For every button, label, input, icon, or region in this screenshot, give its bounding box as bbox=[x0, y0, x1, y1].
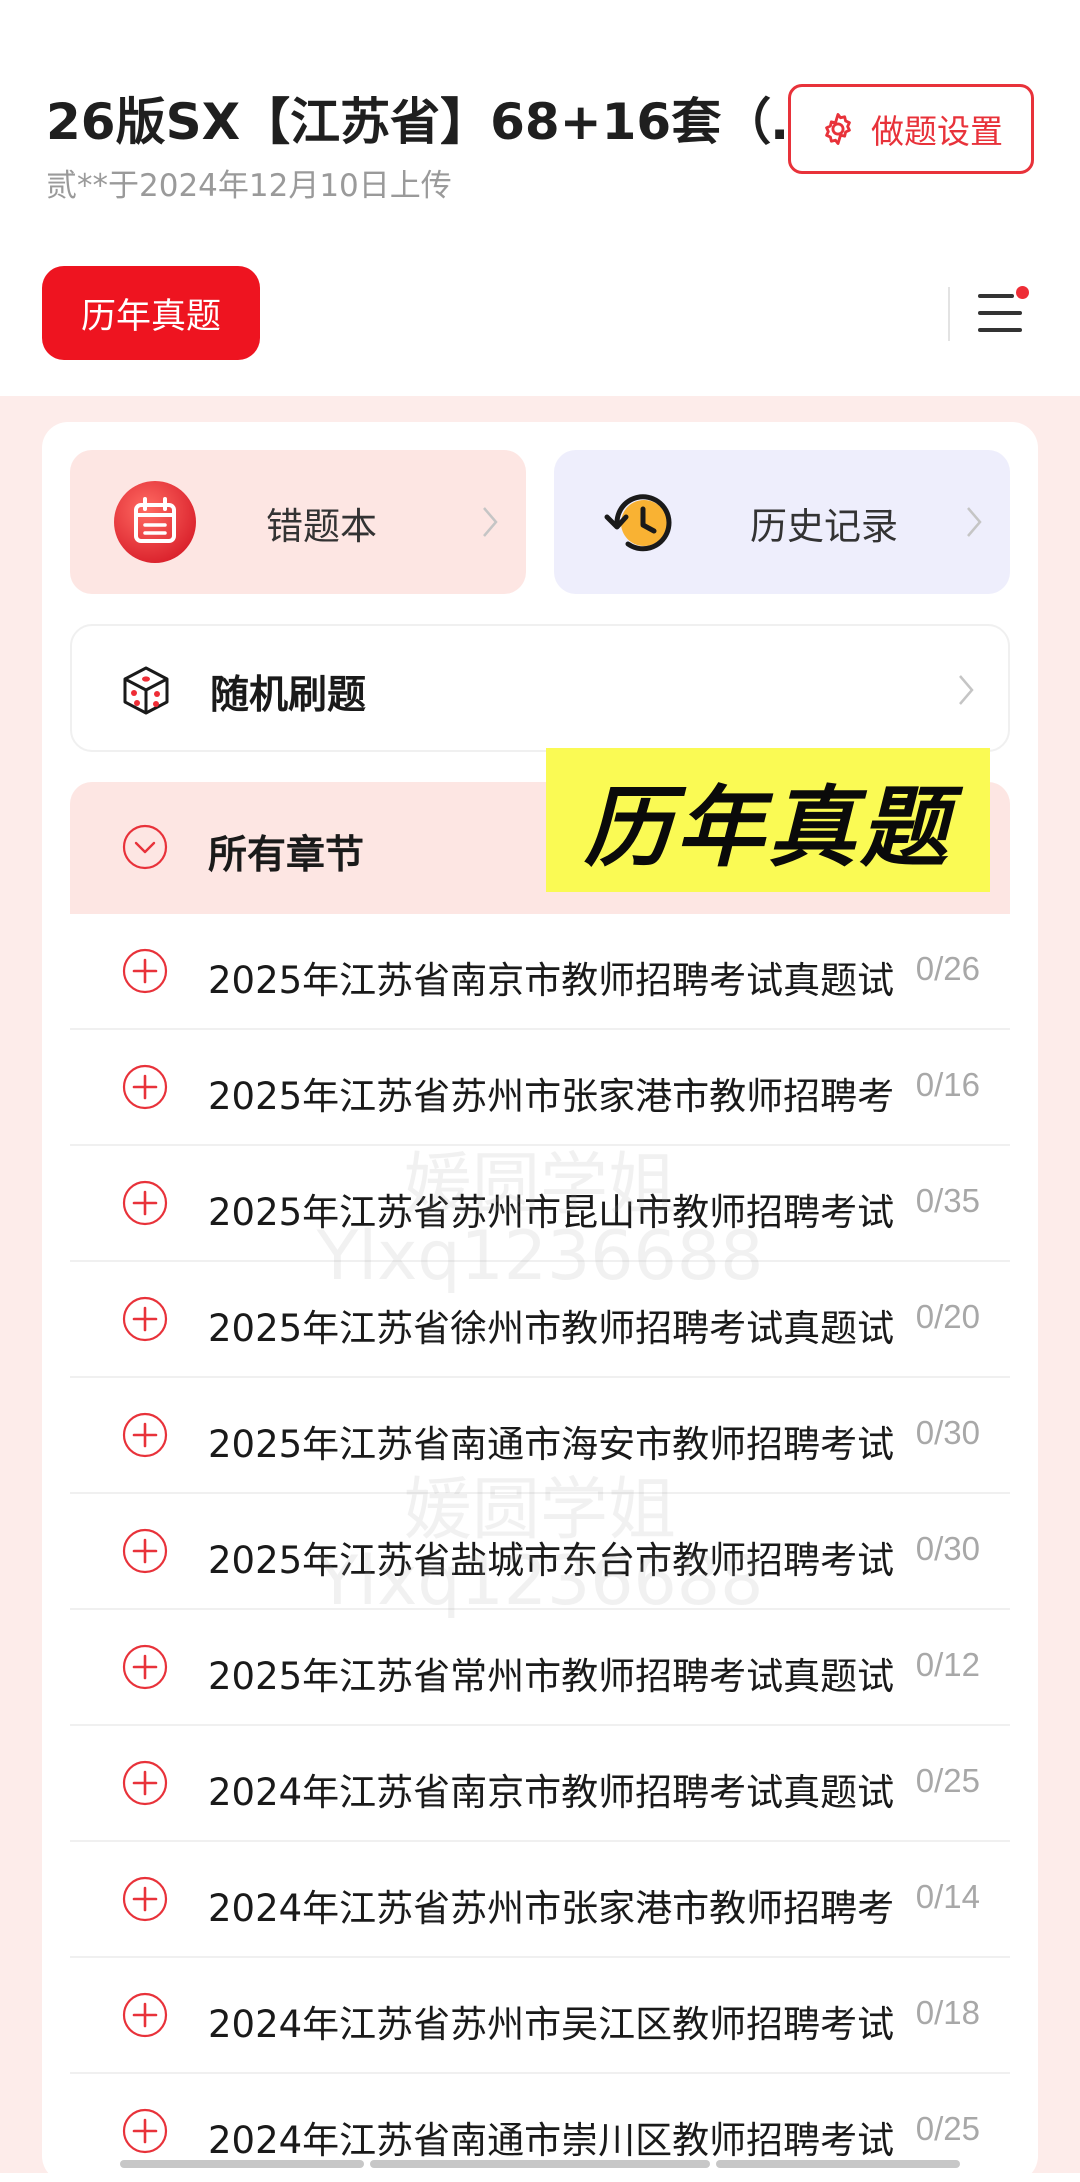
chevron-right-icon bbox=[967, 507, 982, 537]
page-title: 26版SX【江苏省】68+16套（… bbox=[46, 93, 786, 151]
random-practice-label: 随机刷题 bbox=[210, 673, 367, 718]
expand-plus-icon[interactable] bbox=[122, 1528, 168, 1574]
chapter-title: 2025年江苏省苏州市张家港市教师招聘考 bbox=[208, 1075, 895, 1118]
chevron-right-icon bbox=[959, 675, 974, 705]
chevron-right-icon bbox=[483, 507, 498, 537]
chapter-progress: 0/35 bbox=[907, 1182, 980, 1220]
expand-plus-icon[interactable] bbox=[122, 1992, 168, 2038]
dice-icon bbox=[123, 666, 169, 715]
chapter-title: 2025年江苏省盐城市东台市教师招聘考试 bbox=[208, 1539, 895, 1582]
chapter-title: 2025年江苏省南通市海安市教师招聘考试 bbox=[208, 1423, 895, 1466]
chapter-title: 2024年江苏省苏州市张家港市教师招聘考 bbox=[208, 1887, 895, 1930]
practice-settings-button[interactable]: 做题设置 bbox=[788, 84, 1034, 174]
expand-plus-icon[interactable] bbox=[122, 2108, 168, 2154]
menu-icon bbox=[978, 294, 1014, 298]
scrollbar[interactable] bbox=[120, 2160, 364, 2168]
random-practice-row[interactable]: 随机刷题 bbox=[70, 624, 1010, 752]
history-clock-icon bbox=[598, 481, 680, 563]
settings-label: 做题设置 bbox=[871, 112, 1003, 151]
chapter-progress: 0/26 bbox=[907, 950, 980, 988]
chapter-progress: 0/18 bbox=[907, 1994, 980, 2032]
expand-plus-icon[interactable] bbox=[122, 1760, 168, 1806]
notification-dot bbox=[1016, 286, 1029, 299]
calendar-icon bbox=[114, 481, 196, 563]
expand-plus-icon[interactable] bbox=[122, 1876, 168, 1922]
chapter-title: 2025年江苏省南京市教师招聘考试真题试 bbox=[208, 959, 895, 1002]
chapter-progress: 0/16 bbox=[907, 1066, 980, 1104]
chapter-row[interactable]: 2025年江苏省苏州市昆山市教师招聘考试 0/35 bbox=[70, 1146, 1010, 1262]
expand-plus-icon[interactable] bbox=[122, 1412, 168, 1458]
gear-icon bbox=[825, 113, 851, 145]
chapter-progress: 0/20 bbox=[907, 1298, 980, 1336]
chapter-row[interactable]: 2025年江苏省苏州市张家港市教师招聘考 0/16 bbox=[70, 1030, 1010, 1146]
divider bbox=[948, 287, 950, 341]
scrollbar[interactable] bbox=[716, 2160, 960, 2168]
chapter-progress: 0/30 bbox=[907, 1530, 980, 1568]
chapter-row[interactable]: 2025年江苏省南京市教师招聘考试真题试 0/26 bbox=[70, 914, 1010, 1030]
chapter-title: 2024年江苏省南通市崇川区教师招聘考试 bbox=[208, 2119, 895, 2162]
chapter-row[interactable]: 2024年江苏省南京市教师招聘考试真题试 0/25 bbox=[70, 1726, 1010, 1842]
history-label: 历史记录 bbox=[750, 505, 898, 548]
wrong-questions-label: 错题本 bbox=[266, 505, 377, 548]
expand-plus-icon[interactable] bbox=[122, 1064, 168, 1110]
history-button[interactable]: 历史记录 bbox=[554, 450, 1010, 594]
chapter-row[interactable]: 2025年江苏省盐城市东台市教师招聘考试 0/30 bbox=[70, 1494, 1010, 1610]
expand-plus-icon[interactable] bbox=[122, 1180, 168, 1226]
collapse-icon bbox=[122, 824, 168, 870]
chapter-title: 2025年江苏省常州市教师招聘考试真题试 bbox=[208, 1655, 895, 1698]
overlay-banner: 历年真题 bbox=[546, 748, 990, 892]
chapter-list: 2025年江苏省南京市教师招聘考试真题试 0/26 2025年江苏省苏州市张家港市教… bbox=[70, 914, 1010, 2173]
expand-plus-icon[interactable] bbox=[122, 948, 168, 994]
tab-past-exams[interactable]: 历年真题 bbox=[42, 266, 260, 360]
chapter-row[interactable]: 2024年江苏省南通市崇川区教师招聘考试 0/25 bbox=[70, 2074, 1010, 2173]
chapter-row[interactable]: 2025年江苏省南通市海安市教师招聘考试 0/30 bbox=[70, 1378, 1010, 1494]
all-chapters-label: 所有章节 bbox=[208, 833, 365, 878]
wrong-questions-button[interactable]: 错题本 bbox=[70, 450, 526, 594]
expand-plus-icon[interactable] bbox=[122, 1644, 168, 1690]
chapter-title: 2024年江苏省苏州市吴江区教师招聘考试 bbox=[208, 2003, 895, 2046]
upload-info: 贰**于2024年12月10日上传 bbox=[46, 168, 452, 204]
chapter-progress: 0/25 bbox=[907, 2110, 980, 2148]
chapter-row[interactable]: 2024年江苏省苏州市张家港市教师招聘考 0/14 bbox=[70, 1842, 1010, 1958]
chapter-row[interactable]: 2025年江苏省常州市教师招聘考试真题试 0/12 bbox=[70, 1610, 1010, 1726]
chapter-progress: 0/12 bbox=[907, 1646, 980, 1684]
expand-plus-icon[interactable] bbox=[122, 1296, 168, 1342]
chapter-progress: 0/30 bbox=[907, 1414, 980, 1452]
overlay-banner-text: 历年真题 bbox=[583, 775, 952, 879]
chapter-progress: 0/25 bbox=[907, 1762, 980, 1800]
chapter-title: 2025年江苏省苏州市昆山市教师招聘考试 bbox=[208, 1191, 895, 1234]
chapter-title: 2025年江苏省徐州市教师招聘考试真题试 bbox=[208, 1307, 895, 1350]
chapter-row[interactable]: 2025年江苏省徐州市教师招聘考试真题试 0/20 bbox=[70, 1262, 1010, 1378]
chapter-title: 2024年江苏省南京市教师招聘考试真题试 bbox=[208, 1771, 895, 1814]
scrollbar[interactable] bbox=[370, 2160, 710, 2168]
chapter-progress: 0/14 bbox=[907, 1878, 980, 1916]
chapter-row[interactable]: 2024年江苏省苏州市吴江区教师招聘考试 0/18 bbox=[70, 1958, 1010, 2074]
menu-button[interactable] bbox=[972, 282, 1029, 342]
